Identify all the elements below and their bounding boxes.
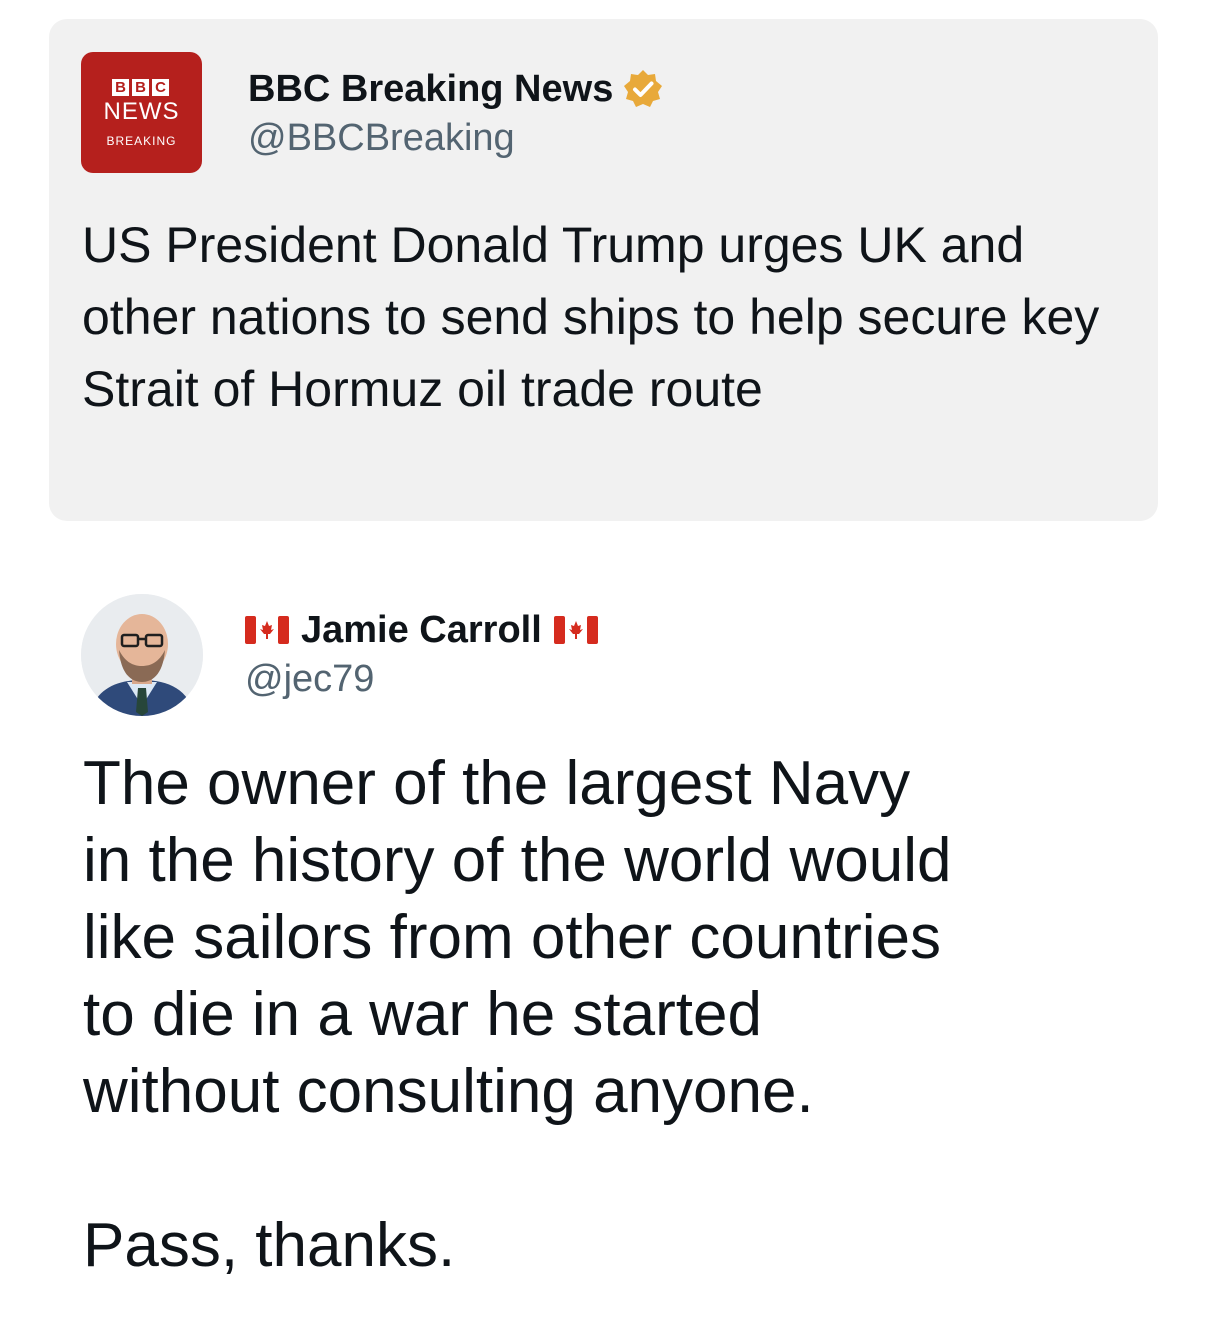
quoted-tweet-card[interactable]: B B C NEWS BREAKING BBC Breaking News @B… <box>49 19 1158 521</box>
quoted-author-handle[interactable]: @BBCBreaking <box>248 116 515 160</box>
canada-flag-icon <box>245 616 289 644</box>
tweet-text-line: to die in a war he started <box>83 980 762 1049</box>
bbc-logo-block: C <box>152 79 169 96</box>
author-name[interactable]: Jamie Carroll <box>301 608 542 652</box>
bbc-news-logo[interactable]: B B C NEWS BREAKING <box>81 52 202 173</box>
tweet-text-line: The owner of the largest Navy <box>83 749 911 818</box>
author-handle[interactable]: @jec79 <box>245 657 374 701</box>
quoted-author-row: BBC Breaking News <box>248 67 663 111</box>
quoted-tweet-text: US President Donald Trump urges UK and o… <box>82 217 1100 417</box>
tweet-text-line: like sailors from other countries <box>83 903 941 972</box>
tweet-text: The owner of the largest Navy in the his… <box>83 745 1163 1284</box>
bbc-logo-breaking-text: BREAKING <box>106 134 177 148</box>
bbc-logo-block: B <box>112 79 129 96</box>
tweet-closing-line: Pass, thanks. <box>83 1211 456 1280</box>
bbc-logo-news-text: NEWS <box>103 98 180 125</box>
avatar[interactable] <box>81 594 203 716</box>
bbc-logo-block: B <box>132 79 149 96</box>
tweet-text-line: in the history of the world would <box>83 826 952 895</box>
author-row: Jamie Carroll <box>245 608 598 652</box>
canada-flag-icon <box>553 616 598 644</box>
verified-badge-icon <box>624 70 663 107</box>
quoted-author-name[interactable]: BBC Breaking News <box>248 67 613 111</box>
bbc-logo-blocks: B B C <box>112 79 169 96</box>
profile-photo-icon <box>81 594 203 716</box>
tweet-text-line: without consulting anyone. <box>83 1057 814 1126</box>
